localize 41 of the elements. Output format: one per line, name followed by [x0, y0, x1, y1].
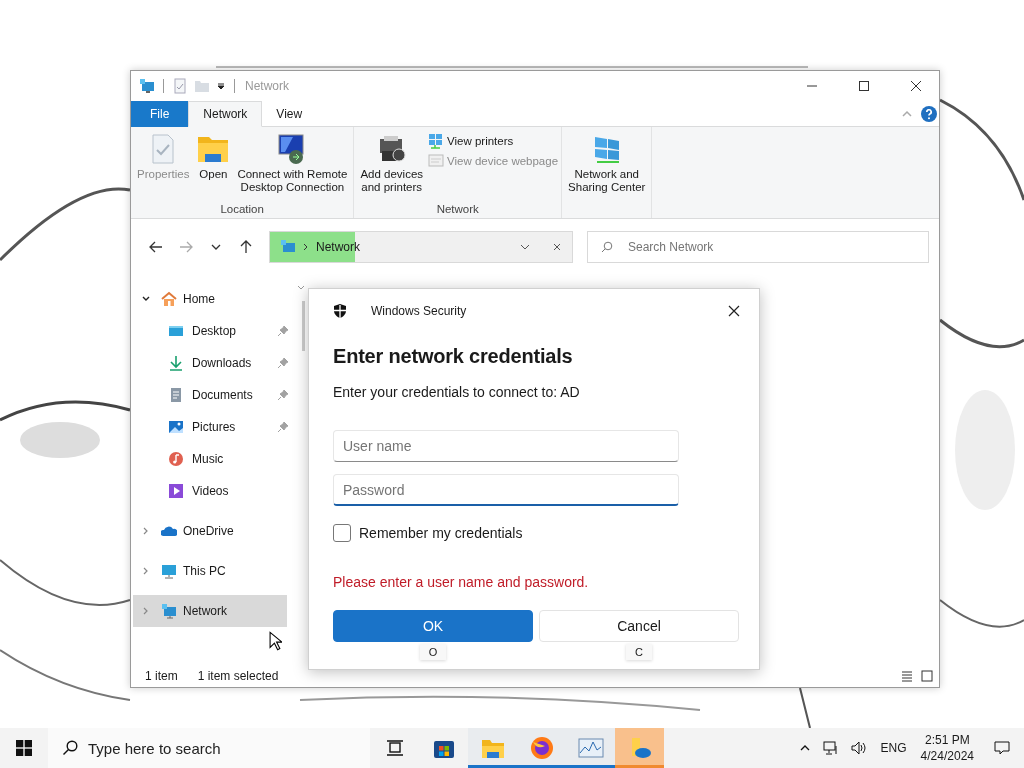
input-field[interactable]: Password — [333, 474, 679, 506]
tree-item[interactable]: Network — [133, 595, 287, 627]
ribbon-button[interactable]: View printers — [428, 133, 559, 149]
error-message: Please enter a user name and password. — [333, 574, 590, 590]
clock-time[interactable]: 2:51 PM — [924, 732, 970, 748]
ribbon-tab[interactable]: Network — [188, 101, 263, 127]
window-title: Network — [245, 79, 289, 93]
group-label: Network — [435, 203, 480, 217]
group-label: Location — [219, 203, 265, 217]
ribbon-button[interactable]: Connect with Remote Desktop Connection — [234, 131, 351, 203]
checkbox-label[interactable]: Remember my credentials — [359, 525, 523, 541]
breadcrumb[interactable]: Network — [316, 240, 360, 254]
ribbon-button[interactable]: Network and Sharing Center — [565, 131, 649, 218]
tree-item[interactable]: This PC — [131, 555, 299, 587]
ok-button[interactable]: OK — [333, 610, 533, 642]
input-field[interactable]: User name — [333, 430, 679, 462]
address-bar[interactable]: Network — [269, 231, 573, 263]
tree-item[interactable]: Videos — [131, 475, 299, 507]
ribbon-tab[interactable]: View — [262, 101, 317, 127]
tree-item[interactable]: Home — [131, 283, 299, 315]
cancel-button[interactable]: Cancel — [539, 610, 739, 642]
tree-item[interactable]: Downloads — [131, 347, 299, 379]
search-field[interactable]: Search Network — [587, 231, 929, 263]
clock-date[interactable]: 4/24/2024 — [920, 748, 974, 764]
file-tab[interactable]: File — [131, 101, 189, 127]
tree-item[interactable]: Documents — [131, 379, 299, 411]
tree-item[interactable]: Pictures — [131, 411, 299, 443]
access-key-tip: C — [626, 644, 652, 660]
status-text: 1 item selected — [197, 669, 279, 683]
tree-item[interactable]: Music — [131, 443, 299, 475]
tree-item[interactable]: OneDrive — [131, 515, 299, 547]
dialog-heading: Enter network credentials — [333, 345, 574, 368]
taskbar-search-field[interactable]: Type here to search — [48, 728, 370, 768]
tree-item[interactable]: Desktop — [131, 315, 299, 347]
language-indicator[interactable]: ENG — [880, 741, 907, 755]
access-key-tip: O — [419, 644, 447, 660]
dialog-message: Enter your credentials to connect to: AD — [333, 384, 581, 400]
dialog-app-name: Windows Security — [371, 304, 467, 318]
status-text: 1 item — [145, 669, 178, 683]
ribbon-button[interactable]: Open — [194, 131, 233, 203]
ribbon-button[interactable]: Add devices and printers — [357, 131, 427, 203]
